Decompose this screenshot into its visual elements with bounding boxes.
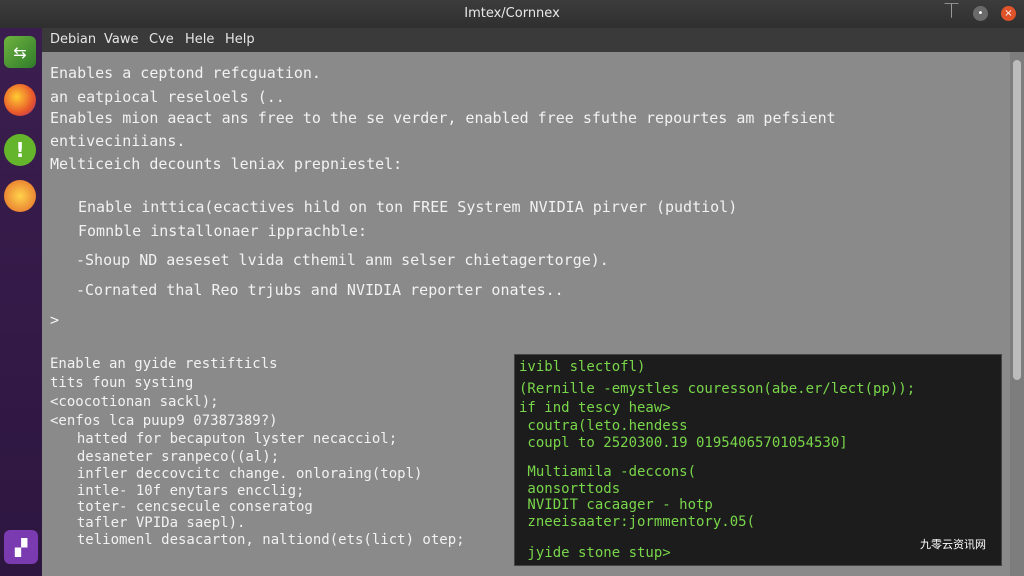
minimize-button[interactable]: • <box>973 6 988 21</box>
terminal-line: desaneter sranpeco((al); <box>60 449 280 465</box>
terminal-line: Fomnble installonaer ipprachble: <box>78 222 367 240</box>
watermark: 九零云资讯网 <box>920 538 986 551</box>
alert-app-icon[interactable]: ! <box>4 134 36 166</box>
inner-terminal-line: ivibl slectofl) <box>519 359 646 375</box>
terminal-line: teliomenl desacarton, naltiond(ets(lict)… <box>60 532 465 548</box>
inner-terminal-panel[interactable]: ivibl slectofl) (Rernille -emystles cour… <box>514 354 1002 566</box>
terminal-line: tits foun systing <box>50 375 194 391</box>
terminal-line: an eatpiocal reseloels (.. <box>50 88 285 106</box>
menu-cve[interactable]: Cve <box>149 32 174 47</box>
terminal-line: entiveciniians. <box>50 132 186 150</box>
scrollbar-thumb[interactable] <box>1013 60 1021 380</box>
app-launcher-icon[interactable]: ▞ <box>4 530 38 564</box>
inner-terminal-line: zneeisaater:jormmentory.05( <box>519 514 756 530</box>
firefox-icon[interactable] <box>4 84 36 116</box>
menu-hele[interactable]: Hele <box>185 32 214 47</box>
terminal-line: toter- cencsecule conseratog <box>60 499 313 515</box>
menu-help[interactable]: Help <box>225 32 255 47</box>
terminal-line: Enable inttica(ecactives hild on ton FRE… <box>78 198 738 216</box>
terminal-line: Enable an gyide restifticls <box>50 356 278 372</box>
inner-terminal-line: (Rernille -emystles couresson(abe.er/lec… <box>519 381 916 397</box>
pin-icon[interactable]: ⏉ <box>944 5 959 20</box>
inner-terminal-line: if ind tescy heaw> <box>519 400 671 416</box>
inner-terminal-prompt: jyide stone stup> <box>519 545 671 561</box>
launcher-sidebar: ⇆ ! ▞ <box>0 28 42 576</box>
inner-terminal-line: Multiamila -deccons( <box>519 464 697 480</box>
title-bar: Imtex/Cornnex ⏉ • × <box>0 0 1024 28</box>
terminal-line: Enables a ceptond refcguation. <box>50 64 321 82</box>
terminal-line: infler deccovcitc change. onloraing(topl… <box>60 466 423 482</box>
terminal-line: <coocotionan sackl); <box>50 394 219 410</box>
inner-terminal-line: coupl to 2520300.19 01954065701054530] <box>519 435 848 451</box>
terminal-line: Enables mion aeact ans free to the se ve… <box>50 109 836 127</box>
terminal-line: Melticeich decounts leniax prepniestel: <box>50 155 403 173</box>
terminal-line: -Cornated thal Reo trjubs and NVIDIA rep… <box>76 281 564 299</box>
menu-vawe[interactable]: Vawe <box>104 32 138 47</box>
menu-bar: Debian Vawe Cve Hele Help <box>42 28 1024 52</box>
window-title: Imtex/Cornnex <box>464 6 560 21</box>
terminal-line: hatted for becaputon lyster necacciol; <box>60 431 398 447</box>
inner-terminal-line: aonsorttods <box>519 481 621 497</box>
vertical-scrollbar[interactable] <box>1010 52 1024 576</box>
inner-terminal-line: NVIDIT cacaager - hotp <box>519 497 713 513</box>
terminal-prompt: > <box>50 311 60 329</box>
terminal-line: <enfos lca puup9 07387389?) <box>50 413 278 429</box>
terminal-line: -Shoup ND aeseset lvida cthemil anm sels… <box>76 251 609 269</box>
menu-debian[interactable]: Debian <box>50 32 96 47</box>
files-app-icon[interactable]: ⇆ <box>4 36 36 68</box>
inner-terminal-line: coutra(leto.hendess <box>519 418 688 434</box>
close-button[interactable]: × <box>1001 6 1016 21</box>
terminal-line: intle- 10f enytars encclig; <box>60 483 305 499</box>
fruit-app-icon[interactable] <box>4 180 36 212</box>
terminal-line: tafler VPIDa saepl). <box>60 515 246 531</box>
